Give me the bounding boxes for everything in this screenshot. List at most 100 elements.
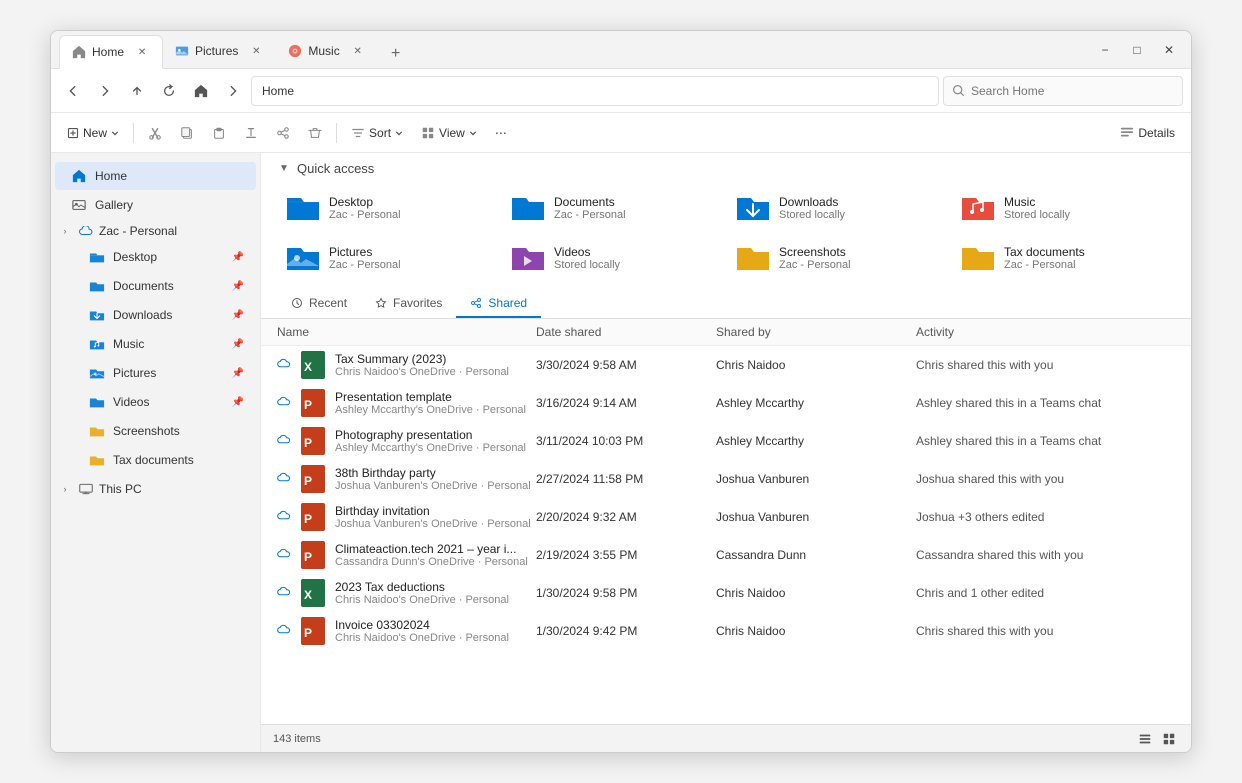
sidebar-item-music[interactable]: Music 📌 — [55, 330, 256, 358]
sidebar-item-gallery[interactable]: Gallery — [55, 191, 256, 219]
qa-item-videos[interactable]: Videos Stored locally — [502, 234, 725, 282]
toolbar-separator-1 — [133, 123, 134, 143]
qa-item-screenshots[interactable]: Screenshots Zac - Personal — [727, 234, 950, 282]
qa-item-tax-documents[interactable]: Tax documents Zac - Personal — [952, 234, 1175, 282]
header-name: Name — [277, 325, 536, 339]
pictures-tab-icon — [175, 44, 189, 58]
list-view-button[interactable] — [1135, 729, 1155, 749]
forward-nav-button[interactable] — [219, 77, 247, 105]
rename-button[interactable] — [236, 119, 266, 147]
back-button[interactable] — [59, 77, 87, 105]
documents-folder-icon — [89, 278, 105, 294]
gallery-sidebar-icon — [71, 197, 87, 213]
tab-music[interactable]: Music ✕ — [276, 34, 377, 68]
screenshots-folder-icon — [89, 423, 105, 439]
this-pc-expand-icon: › — [59, 483, 71, 495]
search-bar[interactable] — [943, 76, 1183, 106]
tab-favorites[interactable]: Favorites — [361, 290, 456, 318]
sidebar-zac-group[interactable]: › Zac - Personal — [51, 220, 260, 242]
qa-desktop-text: Desktop Zac - Personal — [329, 195, 401, 221]
sort-icon — [351, 126, 365, 140]
table-row[interactable]: P Birthday invitation Joshua Vanburen's … — [261, 498, 1191, 536]
qa-item-pictures[interactable]: Pictures Zac - Personal — [277, 234, 500, 282]
minimize-button[interactable]: − — [1091, 36, 1119, 64]
table-row[interactable]: P Invoice 03302024 Chris Naidoo's OneDri… — [261, 612, 1191, 650]
sidebar-pictures-label: Pictures — [113, 366, 224, 380]
table-row[interactable]: X Tax Summary (2023) Chris Naidoo's OneD… — [261, 346, 1191, 384]
sidebar-home-label: Home — [95, 169, 244, 183]
sidebar-item-downloads[interactable]: Downloads 📌 — [55, 301, 256, 329]
status-bar: 143 items — [261, 724, 1191, 752]
cloud-sync-icon — [277, 548, 291, 562]
qa-item-music[interactable]: Music Stored locally — [952, 184, 1175, 232]
file-name-info: Photography presentation Ashley Mccarthy… — [335, 428, 526, 454]
tab-recent[interactable]: Recent — [277, 290, 361, 318]
new-button[interactable]: New — [59, 119, 127, 147]
quick-access-label: Quick access — [297, 161, 374, 176]
file-name-cell: P Birthday invitation Joshua Vanburen's … — [277, 503, 536, 531]
zac-cloud-icon — [79, 226, 93, 236]
toolbar-separator-2 — [336, 123, 337, 143]
copy-button[interactable] — [172, 119, 202, 147]
new-tab-button[interactable]: + — [382, 40, 410, 68]
shared-icon — [470, 297, 482, 309]
documents-pin-icon: 📌 — [232, 281, 244, 292]
table-row[interactable]: P Climateaction.tech 2021 – year i... Ca… — [261, 536, 1191, 574]
tab-home-close[interactable]: ✕ — [134, 44, 150, 60]
details-button[interactable]: Details — [1112, 122, 1183, 144]
forward-button[interactable] — [91, 77, 119, 105]
table-row[interactable]: P Photography presentation Ashley Mccart… — [261, 422, 1191, 460]
tab-home[interactable]: Home ✕ — [59, 35, 163, 69]
music-folder-icon — [89, 336, 105, 352]
close-button[interactable]: ✕ — [1155, 36, 1183, 64]
tab-pictures-close[interactable]: ✕ — [248, 43, 264, 59]
file-type-icon: X — [299, 351, 327, 379]
breadcrumb[interactable]: Home — [251, 76, 939, 106]
sidebar-item-pictures[interactable]: Pictures 📌 — [55, 359, 256, 387]
tax-folder-icon — [89, 452, 105, 468]
view-button[interactable]: View — [413, 119, 485, 147]
maximize-button[interactable]: □ — [1123, 36, 1151, 64]
refresh-button[interactable] — [155, 77, 183, 105]
sort-button[interactable]: Sort — [343, 119, 411, 147]
sidebar-item-tax-documents[interactable]: Tax documents — [55, 446, 256, 474]
sidebar-item-videos[interactable]: Videos 📌 — [55, 388, 256, 416]
qa-item-downloads[interactable]: Downloads Stored locally — [727, 184, 950, 232]
quick-access-header[interactable]: ▼ Quick access — [261, 153, 1191, 180]
sidebar-this-pc-group[interactable]: › This PC — [51, 478, 260, 500]
grid-view-button[interactable] — [1159, 729, 1179, 749]
quick-access-toggle-icon: ▼ — [277, 162, 291, 176]
paste-button[interactable] — [204, 119, 234, 147]
downloads-pin-icon: 📌 — [232, 310, 244, 321]
file-type-icon: P — [299, 465, 327, 493]
favorites-icon — [375, 297, 387, 309]
qa-item-desktop[interactable]: Desktop Zac - Personal — [277, 184, 500, 232]
table-row[interactable]: X 2023 Tax deductions Chris Naidoo's One… — [261, 574, 1191, 612]
sidebar: Home Gallery › Zac - Personal — [51, 153, 261, 752]
table-row[interactable]: P Presentation template Ashley Mccarthy'… — [261, 384, 1191, 422]
sidebar-item-desktop[interactable]: Desktop 📌 — [55, 243, 256, 271]
tab-pictures[interactable]: Pictures ✕ — [163, 34, 276, 68]
qa-item-documents[interactable]: Documents Zac - Personal — [502, 184, 725, 232]
file-type-icon: P — [299, 617, 327, 645]
sidebar-music-label: Music — [113, 337, 224, 351]
tab-music-close[interactable]: ✕ — [350, 43, 366, 59]
home-nav-button[interactable] — [187, 77, 215, 105]
cut-icon — [148, 126, 162, 140]
tab-shared[interactable]: Shared — [456, 290, 541, 318]
table-row[interactable]: P 38th Birthday party Joshua Vanburen's … — [261, 460, 1191, 498]
toolbar: New Sort View — [51, 113, 1191, 153]
svg-text:P: P — [304, 626, 312, 640]
sidebar-item-home[interactable]: Home — [55, 162, 256, 190]
up-button[interactable] — [123, 77, 151, 105]
delete-button[interactable] — [300, 119, 330, 147]
delete-icon — [308, 126, 322, 140]
sidebar-item-screenshots[interactable]: Screenshots — [55, 417, 256, 445]
sidebar-item-documents[interactable]: Documents 📌 — [55, 272, 256, 300]
qa-videos-text: Videos Stored locally — [554, 245, 620, 271]
share-button[interactable] — [268, 119, 298, 147]
cut-button[interactable] — [140, 119, 170, 147]
more-button[interactable]: ⋯ — [487, 119, 515, 147]
sidebar-documents-label: Documents — [113, 279, 224, 293]
search-input[interactable] — [971, 84, 1174, 98]
